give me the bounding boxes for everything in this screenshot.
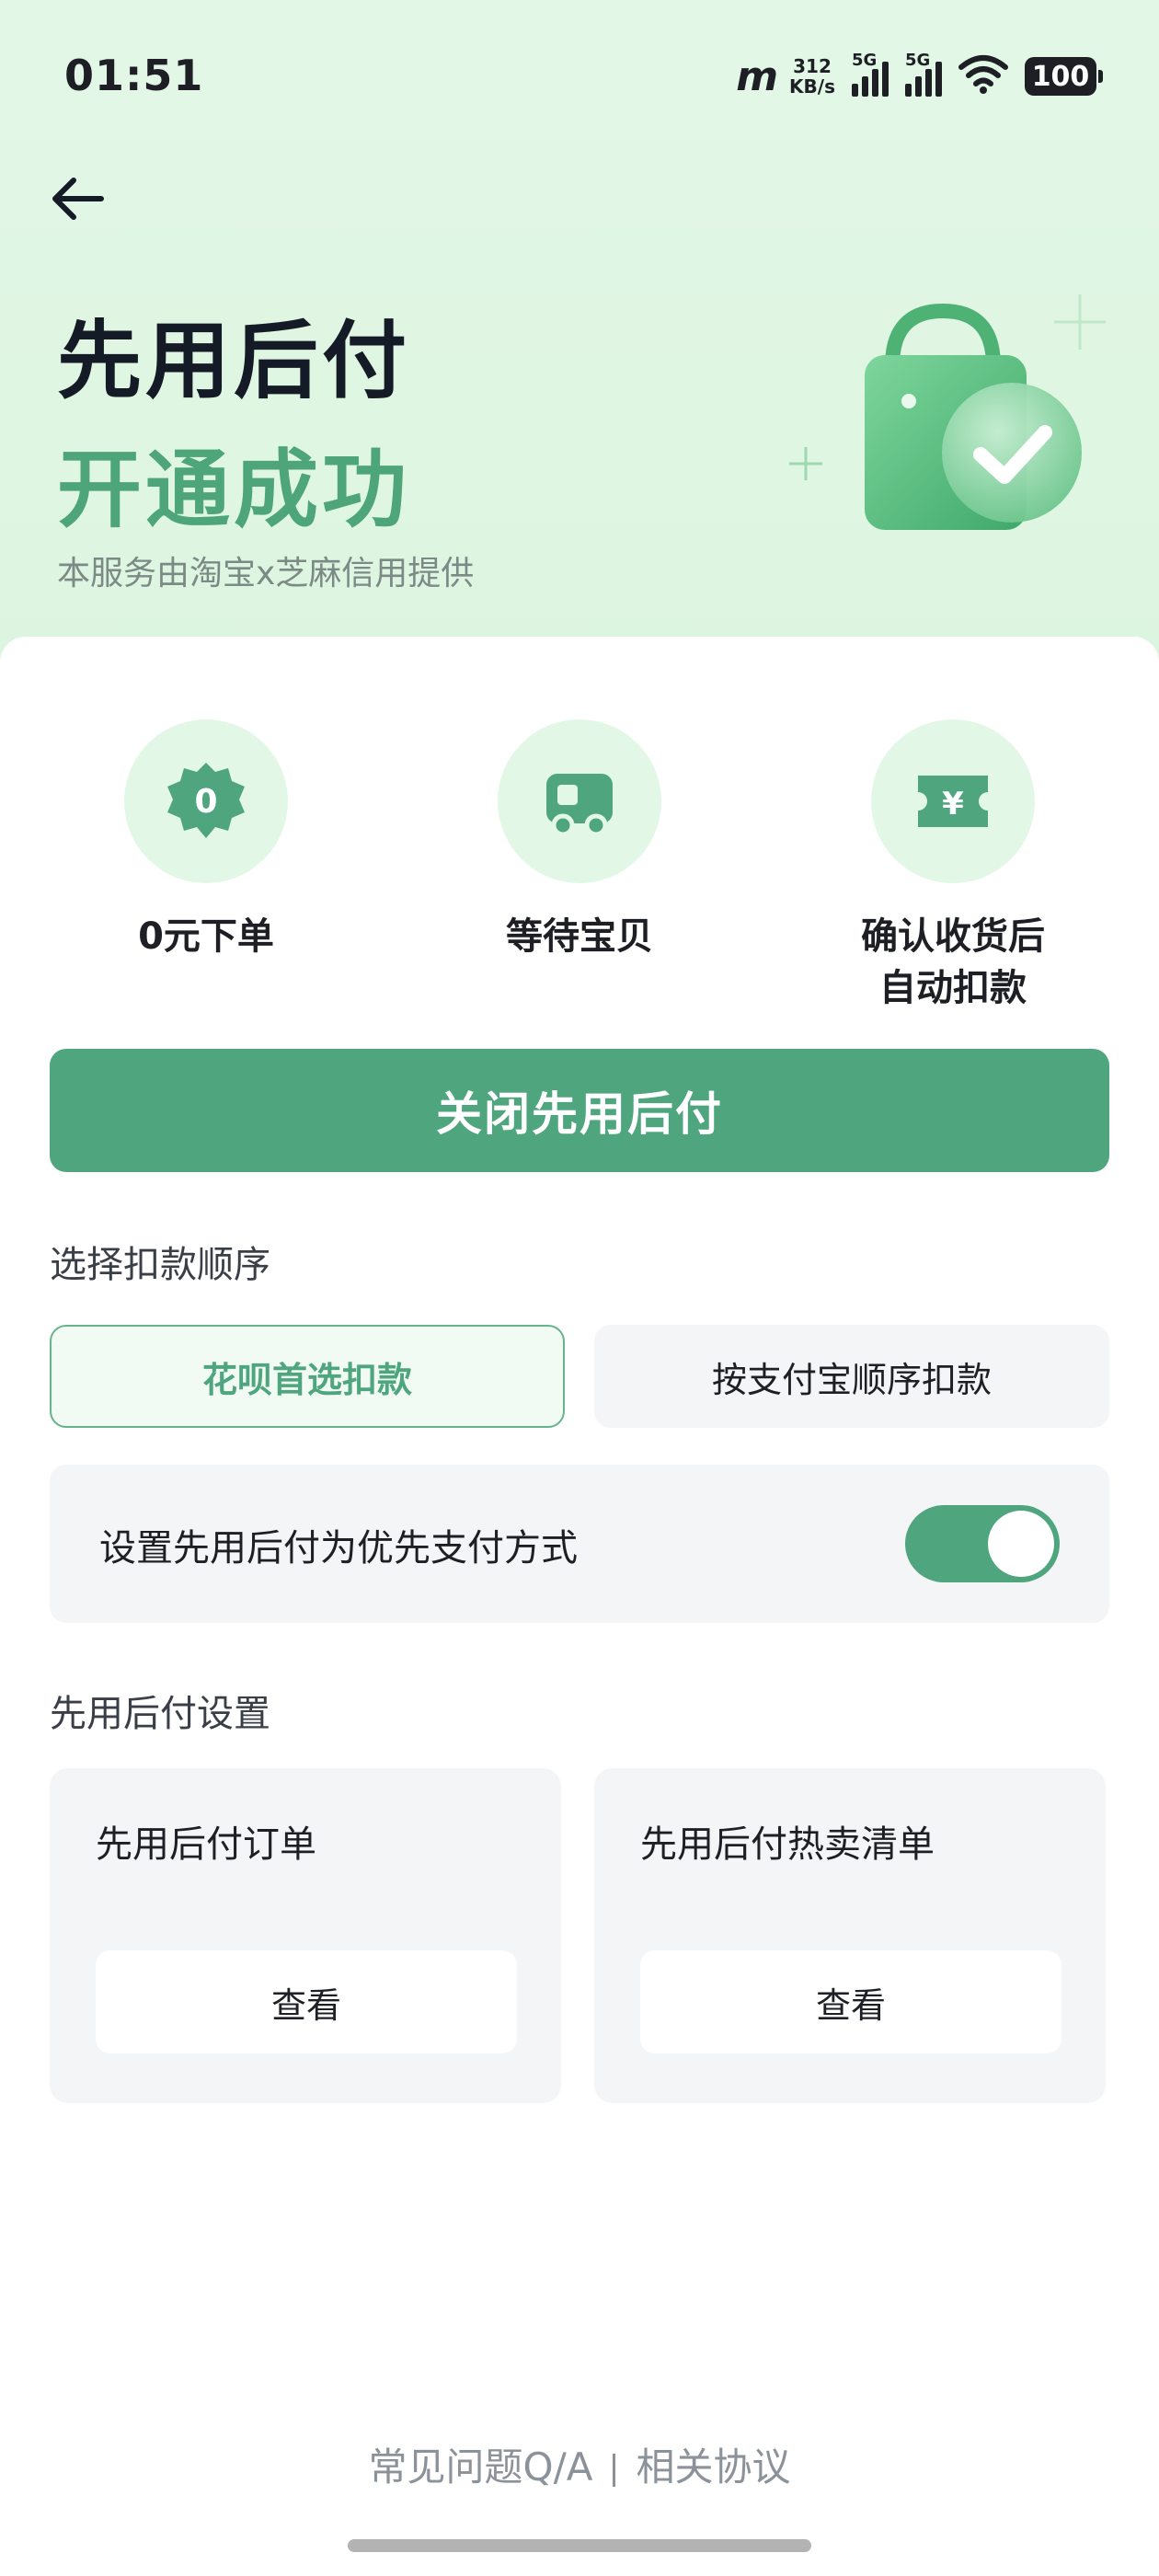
truck-icon — [546, 774, 613, 837]
feature-auto-deduct: ¥ 确认收货后 自动扣款 — [815, 719, 1091, 1014]
shopping-bag-check-icon — [773, 285, 1122, 552]
arrow-left-icon — [52, 178, 104, 220]
priority-payment-toggle[interactable] — [905, 1505, 1060, 1582]
priority-payment-label: 设置先用后付为优先支付方式 — [99, 1527, 578, 1570]
status-time: 01:51 — [64, 51, 204, 100]
feature-label: 0元下单 — [138, 915, 274, 958]
close-service-button[interactable]: 关闭先用后付 — [50, 1049, 1109, 1172]
agreement-link[interactable]: 相关协议 — [636, 2444, 790, 2490]
zero-badge-icon: 0 — [167, 763, 245, 838]
orders-card-title: 先用后付订单 — [96, 1823, 316, 1866]
faq-link[interactable]: 常见问题Q/A — [369, 2444, 593, 2490]
network-speed-value: 312 — [793, 55, 832, 77]
back-button[interactable] — [44, 166, 110, 232]
option-huabei-first[interactable]: 花呗首选扣款 — [50, 1325, 565, 1428]
battery-icon: 100 — [1025, 57, 1103, 96]
main-card: 0 0元下单 等待宝贝 ¥ 确认收货后 自动扣款 关闭先用后付 选择扣款顺序 花… — [0, 637, 1159, 2576]
priority-payment-row: 设置先用后付为优先支付方式 — [50, 1465, 1109, 1623]
feature-label-line: 确认收货后 — [861, 915, 1045, 958]
success-title: 开通成功 — [57, 441, 411, 539]
feature-label-line: 自动扣款 — [879, 967, 1027, 1009]
yuan-symbol: ¥ — [942, 786, 964, 822]
page-title: 先用后付 — [57, 312, 411, 410]
feature-label: 等待宝贝 — [506, 915, 653, 958]
zero-badge-text: 0 — [194, 783, 217, 821]
hot-list-card-title: 先用后付热卖清单 — [640, 1823, 935, 1866]
network-speed-unit: KB/s — [789, 75, 835, 98]
orders-card: 先用后付订单 查看 — [50, 1768, 561, 2103]
feature-label: 确认收货后 自动扣款 — [815, 911, 1091, 1014]
toggle-knob — [988, 1511, 1054, 1577]
signal-icon: 5G — [852, 51, 889, 97]
status-icons: ⅿ 312 KB/s 5G 5G 100 — [736, 51, 1103, 100]
wifi-icon — [958, 54, 1008, 98]
feature-zero-order: 0 0元下单 — [68, 719, 344, 962]
yuan-ticket-icon: ¥ — [918, 776, 988, 827]
hot-list-card: 先用后付热卖清单 查看 — [594, 1768, 1106, 2103]
home-indicator[interactable] — [348, 2539, 811, 2552]
view-orders-button[interactable]: 查看 — [96, 1950, 517, 2053]
network-type-label: 5G — [852, 51, 878, 70]
service-provider-note: 本服务由淘宝x芝麻信用提供 — [57, 555, 475, 592]
option-alipay-order[interactable]: 按支付宝顺序扣款 — [594, 1325, 1109, 1428]
settings-section-label: 先用后付设置 — [50, 1693, 270, 1735]
feature-wait-delivery: 等待宝贝 — [442, 719, 717, 962]
deduction-order-label: 选择扣款顺序 — [50, 1244, 270, 1286]
divider — [613, 2453, 616, 2487]
status-bar: 01:51 ⅿ 312 KB/s 5G 5G 100 — [0, 0, 1159, 156]
network-type-label: 5G — [905, 51, 931, 70]
network-speed: 312 KB/s — [789, 56, 835, 97]
carrier-logo-icon: ⅿ — [736, 52, 778, 100]
signal-icon: 5G — [905, 51, 942, 97]
view-hot-list-button[interactable]: 查看 — [640, 1950, 1061, 2053]
footer-links: 常见问题Q/A 相关协议 — [0, 2436, 1159, 2492]
